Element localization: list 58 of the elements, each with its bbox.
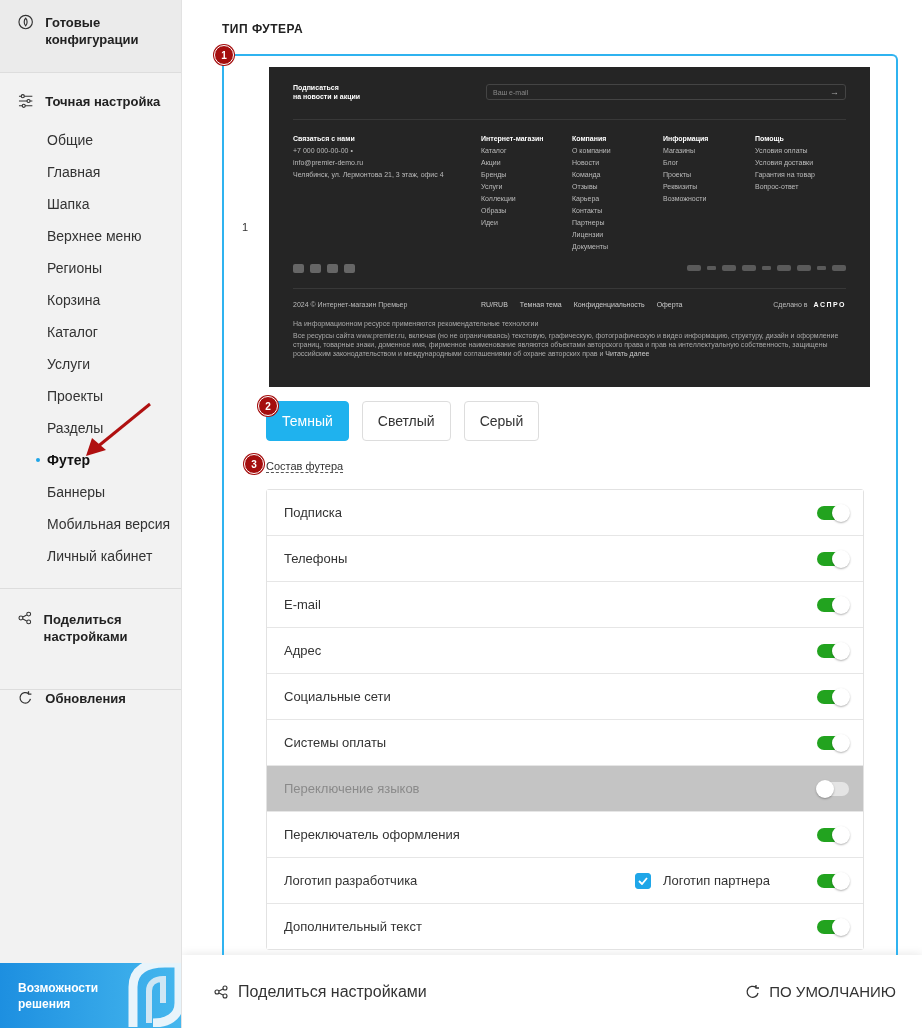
checkbox[interactable]: [634, 872, 651, 889]
sidebar-item[interactable]: Верхнее меню: [0, 220, 181, 252]
share-link[interactable]: Поделиться настройками: [214, 982, 427, 1001]
sidebar-item[interactable]: Баннеры: [0, 476, 181, 508]
setting-label: Переключение языков: [284, 781, 421, 796]
step-badge: 2: [258, 396, 278, 416]
toggle-switch[interactable]: [817, 919, 849, 934]
sidebar-item[interactable]: Регионы: [0, 252, 181, 284]
refresh-icon: [745, 983, 762, 1000]
setting-label: Системы оплаты: [284, 735, 388, 750]
share-icon: [18, 611, 32, 625]
selected-dot: [36, 458, 40, 462]
setting-label: Адрес: [284, 643, 323, 658]
sidebar-item[interactable]: Корзина: [0, 284, 181, 316]
sidebar-item[interactable]: Услуги: [0, 348, 181, 380]
sidebar-item[interactable]: Мобильная версия: [0, 508, 181, 540]
setting-label: Социальные сети: [284, 689, 392, 704]
toggle-switch[interactable]: [817, 735, 849, 750]
reset-button[interactable]: ПО УМОЛЧАНИЮ: [745, 983, 896, 1000]
step-badge: 1: [214, 45, 234, 65]
refresh-icon: [18, 690, 34, 706]
step-badge: 3: [244, 454, 264, 474]
toggle-switch[interactable]: [817, 551, 849, 566]
toggle-switch[interactable]: [817, 643, 849, 658]
sidebar-item[interactable]: Разделы: [0, 412, 181, 444]
setting-label: Логотип разработчика: [284, 873, 419, 888]
toggle-switch[interactable]: [817, 597, 849, 612]
checkbox-label: Логотип партнера: [662, 873, 770, 888]
composition-link[interactable]: Состав футера: [266, 460, 344, 473]
setting-label: Подписка: [284, 505, 343, 520]
setting-label: E-mail: [284, 597, 322, 612]
promo-title: Возможности решения: [18, 979, 100, 1012]
scheme-button[interactable]: Серый: [463, 401, 540, 441]
toggle-switch[interactable]: [817, 873, 849, 888]
sidebar-item[interactable]: Главная: [0, 156, 181, 188]
sidebar-item[interactable]: Каталог: [0, 316, 181, 348]
share-icon: [214, 984, 228, 999]
toggle-switch[interactable]: [817, 827, 849, 842]
sidebar-item[interactable]: Шапка: [0, 188, 181, 220]
sliders-icon: [18, 93, 34, 109]
sidebar-section-title[interactable]: Точная настройка: [45, 93, 165, 110]
sidebar-section-title[interactable]: Обновления: [45, 690, 165, 707]
setting-label: Дополнительный текст: [284, 919, 423, 934]
sidebar-item[interactable]: Общие: [0, 124, 181, 156]
variant-label: 1: [242, 221, 250, 233]
checkmark-icon: [637, 876, 648, 885]
leaf-icon: [18, 14, 34, 30]
toggle-switch[interactable]: [817, 505, 849, 520]
sidebar-section-title[interactable]: Поделиться настройками: [43, 611, 165, 645]
toggle-switch[interactable]: [817, 689, 849, 704]
section-title: ТИП ФУТЕРА: [222, 22, 305, 36]
sidebar-item[interactable]: Личный кабинет: [0, 540, 181, 572]
sidebar-item[interactable]: Футер: [0, 444, 181, 476]
sidebar-item[interactable]: Проекты: [0, 380, 181, 412]
scheme-button[interactable]: Светлый: [361, 401, 451, 441]
setting-label: Телефоны: [284, 551, 349, 566]
setting-label: Переключатель оформления: [284, 827, 461, 842]
submit-arrow: →: [830, 87, 839, 97]
